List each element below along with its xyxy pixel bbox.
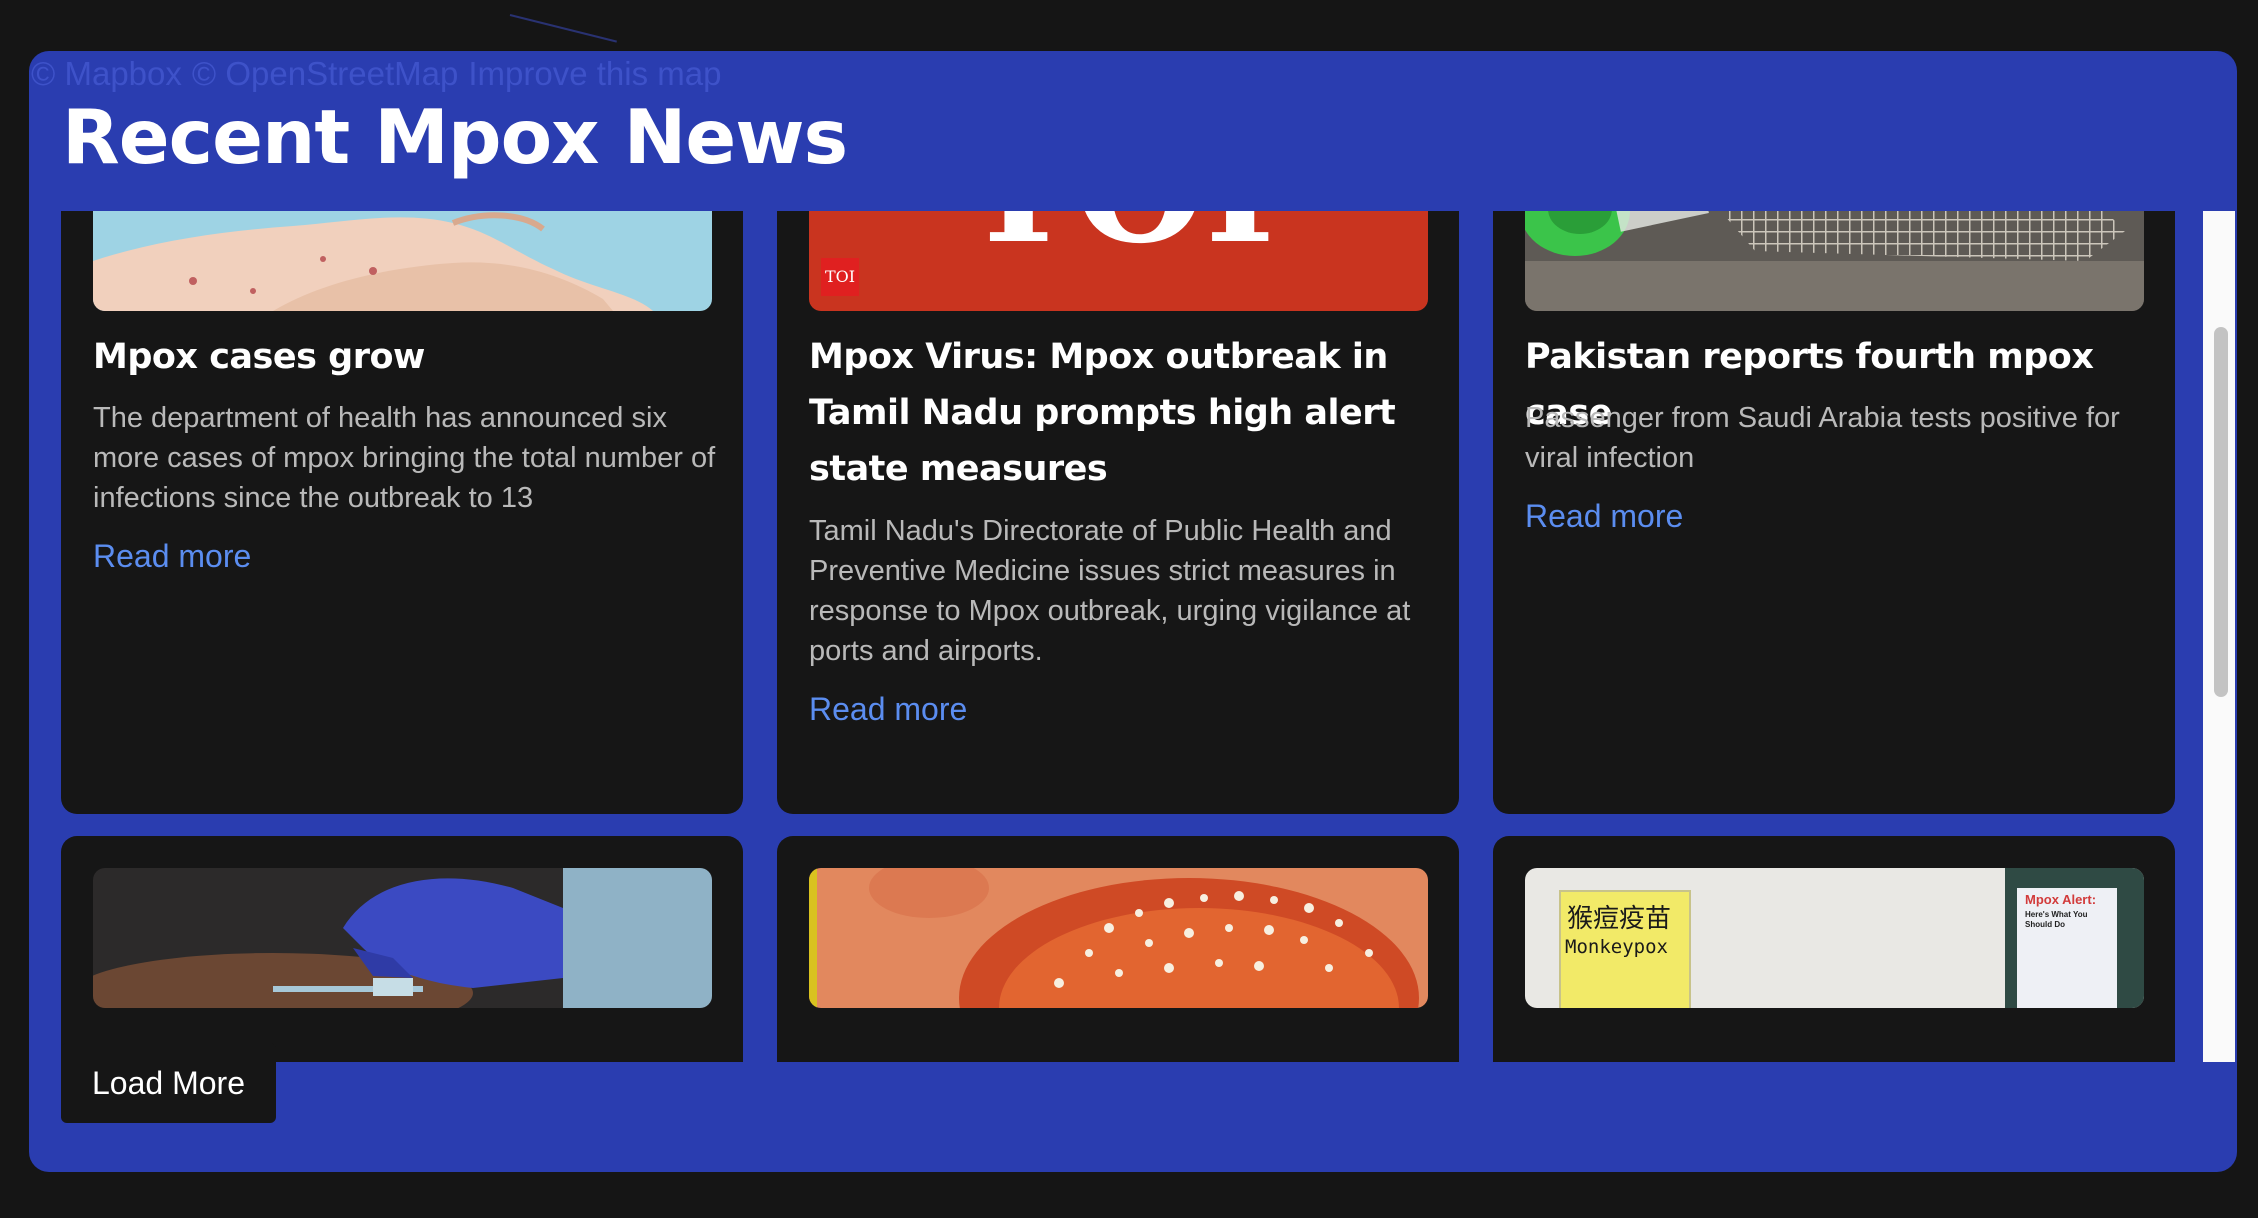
- sign-chinese-text: 猴痘疫苗: [1567, 904, 1672, 934]
- news-card: Pakistan reports fourth mpox case Passen…: [1493, 211, 2175, 814]
- load-more-button[interactable]: Load More: [61, 1043, 276, 1123]
- read-more-link[interactable]: Read more: [93, 538, 251, 575]
- news-scrollbar[interactable]: [2203, 211, 2235, 1062]
- poster-subtitle: Here's What You Should Do: [2025, 910, 2088, 929]
- news-card: 猴痘疫苗 Monkeypox Mpox Alert: Here's What Y…: [1493, 836, 2175, 1062]
- hands-rash-photo-icon: [93, 211, 712, 311]
- sign-english-text: Monkeypox: [1565, 936, 1668, 958]
- map-route-line: [509, 14, 617, 43]
- read-more-link[interactable]: Read more: [809, 691, 967, 728]
- news-card: Mpox cases grow The department of health…: [61, 211, 743, 814]
- news-card: TOI TOI Mpox Virus: Mpox outbreak in Tam…: [777, 211, 1459, 814]
- mapbox-attribution-link[interactable]: © Mapbox: [31, 55, 182, 92]
- improve-map-link[interactable]: Improve this map: [468, 55, 721, 92]
- article-description: Passenger from Saudi Arabia tests positi…: [1525, 402, 2120, 474]
- map-attribution: © Mapbox © OpenStreetMap Improve this map: [31, 55, 731, 93]
- read-more-link[interactable]: Read more: [1525, 498, 1683, 535]
- vaccine-injection-photo-icon: [93, 868, 712, 1008]
- poster-title: Mpox Alert:: [2025, 892, 2097, 907]
- mpox-alert-poster: Mpox Alert: Here's What You Should Do: [2017, 888, 2117, 1008]
- vaccine-sign-photo-icon: 猴痘疫苗 Monkeypox Mpox Alert: Here's What Y…: [1525, 868, 2144, 1008]
- news-card: [61, 836, 743, 1062]
- article-title: Mpox cases grow: [93, 337, 425, 377]
- section-title: Recent Mpox News: [62, 93, 848, 181]
- virus-particle-photo-icon: [809, 868, 1428, 1008]
- news-scroll-area[interactable]: Mpox cases grow The department of health…: [29, 211, 2207, 1062]
- monkeypox-vaccine-sign: 猴痘疫苗 Monkeypox: [1559, 890, 1691, 1008]
- article-description: Tamil Nadu's Directorate of Public Healt…: [809, 515, 1411, 667]
- article-description: The department of health has announced s…: [93, 402, 716, 514]
- article-title: Mpox Virus: Mpox outbreak in Tamil Nadu …: [809, 337, 1396, 489]
- toi-badge: TOI: [821, 258, 859, 296]
- mpox-news-panel: © Mapbox © OpenStreetMap Improve this map …: [29, 51, 2237, 1172]
- osm-attribution-link[interactable]: © OpenStreetMap: [192, 55, 458, 92]
- toi-logo-icon: TOI TOI: [809, 211, 1428, 311]
- sample-tube-photo-icon: [1525, 211, 2144, 311]
- news-card: [777, 836, 1459, 1062]
- toi-logo-text: TOI: [959, 211, 1279, 277]
- scrollbar-thumb[interactable]: [2214, 327, 2228, 697]
